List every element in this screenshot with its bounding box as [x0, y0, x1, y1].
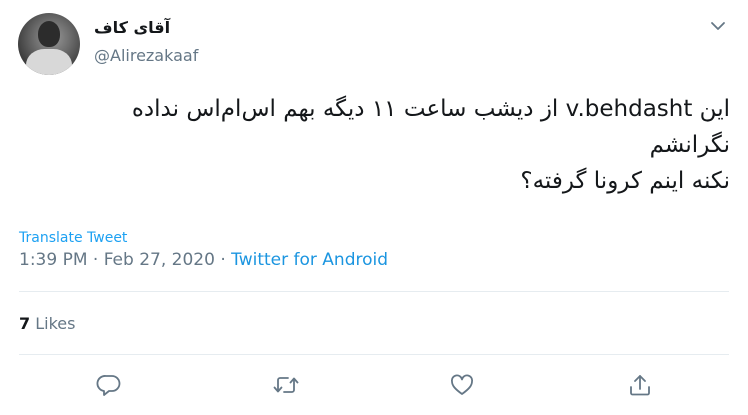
reply-icon[interactable]	[94, 370, 124, 400]
likes-count[interactable]: 7 Likes	[19, 314, 75, 333]
divider	[19, 354, 729, 355]
tweet-text: این v.behdasht از دیشب ساعت ۱۱ دیگه بهم …	[18, 91, 730, 199]
tweet-line-3: نکنه اینم کرونا گرفته؟	[520, 168, 730, 194]
chevron-down-icon[interactable]	[708, 16, 728, 36]
user-handle[interactable]: @Alirezakaaf	[94, 46, 198, 65]
display-name[interactable]: آقای کاف	[94, 18, 170, 37]
like-icon[interactable]	[447, 370, 477, 400]
source-link[interactable]: Twitter for Android	[231, 250, 388, 270]
share-icon[interactable]	[625, 370, 655, 400]
retweet-icon[interactable]	[271, 370, 301, 400]
timestamp[interactable]: 1:39 PM · Feb 27, 2020 ·	[19, 250, 231, 270]
tweet-meta: 1:39 PM · Feb 27, 2020 · Twitter for And…	[19, 250, 388, 270]
tweet-line-1: این v.behdasht از دیشب ساعت ۱۱ دیگه بهم …	[131, 96, 730, 122]
likes-number: 7	[19, 314, 31, 333]
divider	[19, 291, 729, 292]
tweet-line-2: نگرانشم	[649, 132, 730, 158]
likes-label: Likes	[30, 314, 76, 333]
avatar[interactable]	[18, 13, 80, 75]
translate-tweet-link[interactable]: Translate Tweet	[19, 230, 127, 246]
